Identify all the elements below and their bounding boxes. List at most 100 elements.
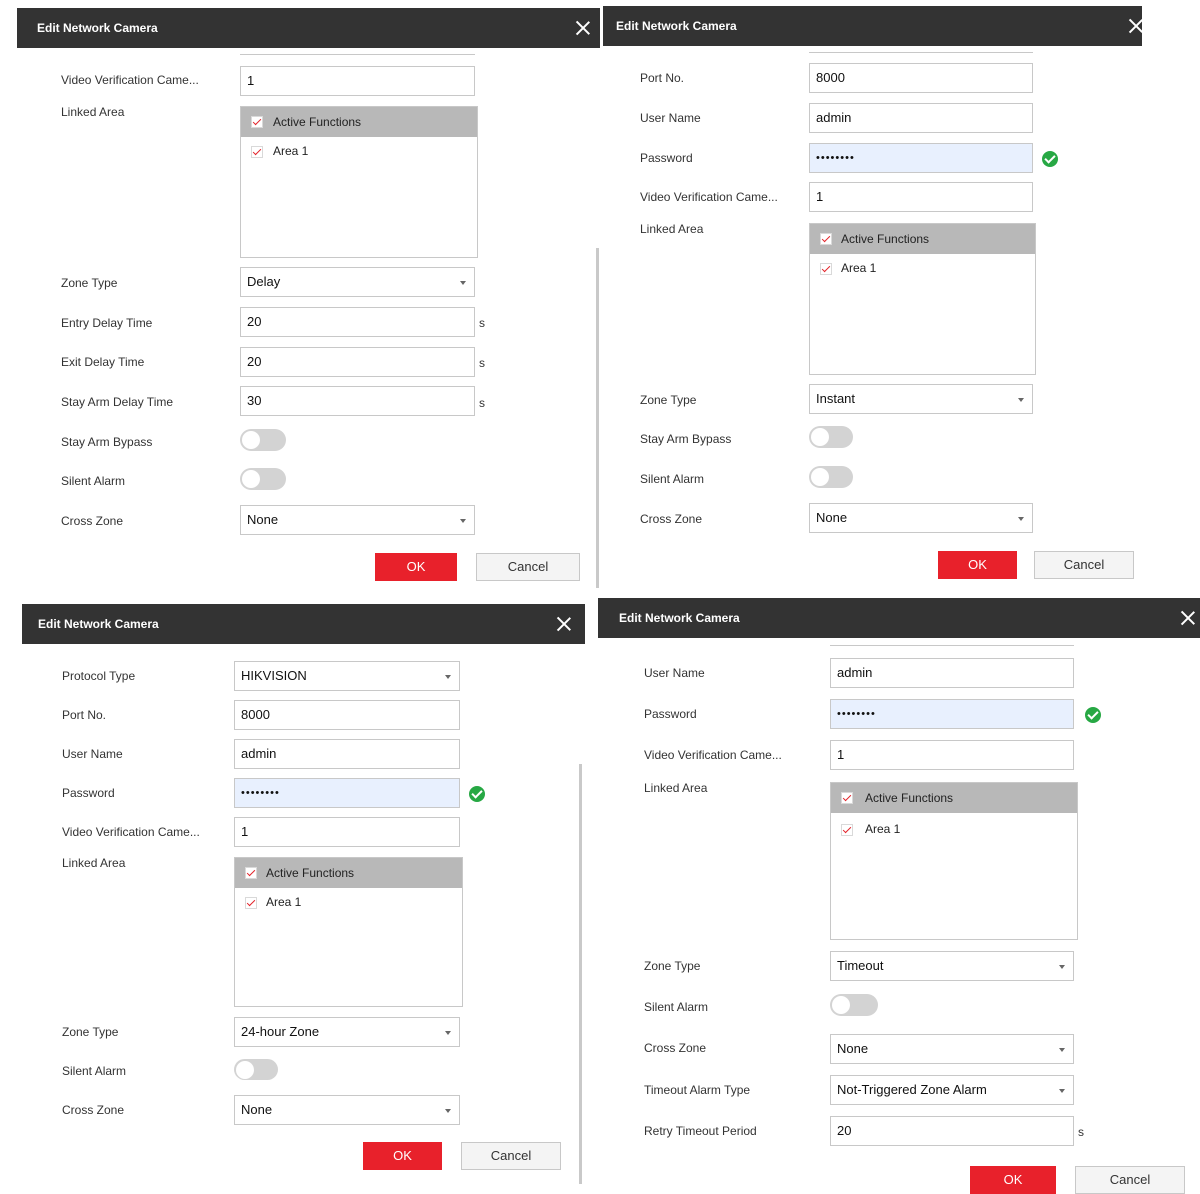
cross-zone-label: Cross Zone (644, 1041, 707, 1055)
timeout-alarm-type-select[interactable]: Not-Triggered Zone Alarm (830, 1075, 1074, 1105)
video-verification-camera-label: Video Verification Came... (640, 190, 778, 204)
active-functions-header: Active Functions (235, 858, 462, 888)
exit-delay-time-label: Exit Delay Time (61, 355, 145, 369)
scrollbar[interactable] (579, 764, 582, 1184)
user-name-input[interactable]: admin (234, 739, 460, 769)
video-verification-camera-label: Video Verification Came... (61, 73, 199, 87)
cross-zone-label: Cross Zone (61, 514, 124, 528)
exit-delay-time-input[interactable]: 20 (240, 347, 475, 377)
timeout-alarm-type-label: Timeout Alarm Type (644, 1083, 751, 1097)
dialog-titlebar: Edit Network Camera (598, 598, 1200, 638)
area-1-checkbox[interactable] (245, 897, 257, 909)
active-functions-header: Active Functions (241, 107, 477, 137)
active-functions-checkbox[interactable] (841, 792, 853, 804)
ok-button[interactable]: OK (375, 553, 457, 581)
zone-type-label: Zone Type (61, 276, 118, 290)
cancel-button[interactable]: Cancel (1034, 551, 1134, 579)
stay-arm-bypass-label: Stay Arm Bypass (61, 435, 153, 449)
zone-type-select[interactable]: Delay (240, 267, 475, 297)
dialog-title: Edit Network Camera (37, 21, 158, 35)
port-no-input[interactable]: 8000 (234, 700, 460, 730)
dialog-title: Edit Network Camera (38, 617, 159, 631)
linked-area-label: Linked Area (62, 856, 126, 870)
stay-arm-bypass-toggle[interactable] (809, 426, 853, 448)
zone-type-value: Instant (816, 391, 856, 406)
cross-zone-select[interactable]: None (240, 505, 475, 535)
ok-button[interactable]: OK (970, 1166, 1056, 1194)
linked-area-list: Active Functions Area 1 (240, 106, 478, 258)
password-input[interactable]: •••••••• (234, 778, 460, 808)
video-verification-camera-label: Video Verification Came... (644, 748, 782, 762)
scrollbar[interactable] (596, 248, 599, 588)
cross-zone-select[interactable]: None (809, 503, 1033, 533)
user-name-input[interactable]: admin (809, 103, 1033, 133)
field-divider (830, 645, 1074, 646)
stay-arm-delay-time-input[interactable]: 30 (240, 386, 475, 416)
cross-zone-value: None (837, 1041, 869, 1056)
timeout-alarm-type-value: Not-Triggered Zone Alarm (837, 1082, 987, 1097)
chevron-down-icon (1018, 517, 1024, 521)
area-1-checkbox[interactable] (820, 263, 832, 275)
active-functions-checkbox[interactable] (820, 233, 832, 245)
silent-alarm-toggle[interactable] (830, 994, 878, 1016)
edit-camera-dialog-timeout: Edit Network Camera User Name admin Pass… (598, 598, 1200, 1194)
zone-type-select[interactable]: Instant (809, 384, 1033, 414)
close-icon[interactable] (1180, 610, 1196, 626)
zone-type-value: Delay (247, 274, 281, 289)
area-1-checkbox[interactable] (841, 824, 853, 836)
entry-delay-unit: s (479, 316, 485, 330)
user-name-label: User Name (644, 666, 705, 680)
video-verification-camera-input[interactable]: 1 (234, 817, 460, 847)
silent-alarm-toggle[interactable] (809, 466, 853, 488)
linked-area-list: Active Functions Area 1 (809, 223, 1036, 375)
user-name-input[interactable]: admin (830, 658, 1074, 688)
cross-zone-label: Cross Zone (62, 1103, 125, 1117)
video-verification-camera-input[interactable]: 1 (240, 66, 475, 96)
port-no-input[interactable]: 8000 (809, 63, 1033, 93)
area-1-checkbox[interactable] (251, 146, 263, 158)
active-functions-checkbox[interactable] (245, 867, 257, 879)
chevron-down-icon (1059, 965, 1065, 969)
video-verification-camera-input[interactable]: 1 (809, 182, 1033, 212)
chevron-down-icon (460, 519, 466, 523)
cancel-button[interactable]: Cancel (461, 1142, 561, 1170)
port-no-label: Port No. (640, 71, 685, 85)
cancel-button[interactable]: Cancel (476, 553, 580, 581)
stay-arm-bypass-toggle[interactable] (240, 429, 286, 451)
check-circle-icon (469, 786, 485, 802)
chevron-down-icon (460, 281, 466, 285)
linked-area-label: Linked Area (61, 105, 125, 119)
edit-camera-dialog-delay: Edit Network Camera Video Verification C… (17, 8, 600, 592)
zone-type-select[interactable]: 24-hour Zone (234, 1017, 460, 1047)
dialog-title: Edit Network Camera (619, 611, 740, 625)
ok-button[interactable]: OK (363, 1142, 442, 1170)
password-input[interactable]: •••••••• (809, 143, 1033, 173)
stay-arm-delay-unit: s (479, 396, 485, 410)
cross-zone-value: None (241, 1102, 273, 1117)
zone-type-select[interactable]: Timeout (830, 951, 1074, 981)
video-verification-camera-input[interactable]: 1 (830, 740, 1074, 770)
active-functions-checkbox[interactable] (251, 116, 263, 128)
cancel-button[interactable]: Cancel (1075, 1166, 1185, 1194)
protocol-type-label: Protocol Type (62, 669, 136, 683)
close-icon[interactable] (575, 20, 591, 36)
zone-type-value: Timeout (837, 958, 884, 973)
protocol-type-select[interactable]: HIKVISION (234, 661, 460, 691)
retry-timeout-period-input[interactable]: 20 (830, 1116, 1074, 1146)
linked-area-label: Linked Area (644, 781, 708, 795)
active-functions-label: Active Functions (273, 115, 362, 129)
linked-area-list: Active Functions Area 1 (234, 857, 463, 1007)
silent-alarm-toggle[interactable] (234, 1059, 278, 1080)
active-functions-label: Active Functions (841, 232, 930, 246)
silent-alarm-toggle[interactable] (240, 468, 286, 490)
cross-zone-select[interactable]: None (830, 1034, 1074, 1064)
close-icon[interactable] (556, 616, 572, 632)
dialog-title: Edit Network Camera (616, 19, 737, 33)
field-divider (240, 54, 475, 55)
password-input[interactable]: •••••••• (830, 699, 1074, 729)
ok-button[interactable]: OK (938, 551, 1017, 579)
cross-zone-select[interactable]: None (234, 1095, 460, 1125)
entry-delay-time-input[interactable]: 20 (240, 307, 475, 337)
close-icon[interactable] (1128, 18, 1142, 34)
port-no-label: Port No. (62, 708, 107, 722)
